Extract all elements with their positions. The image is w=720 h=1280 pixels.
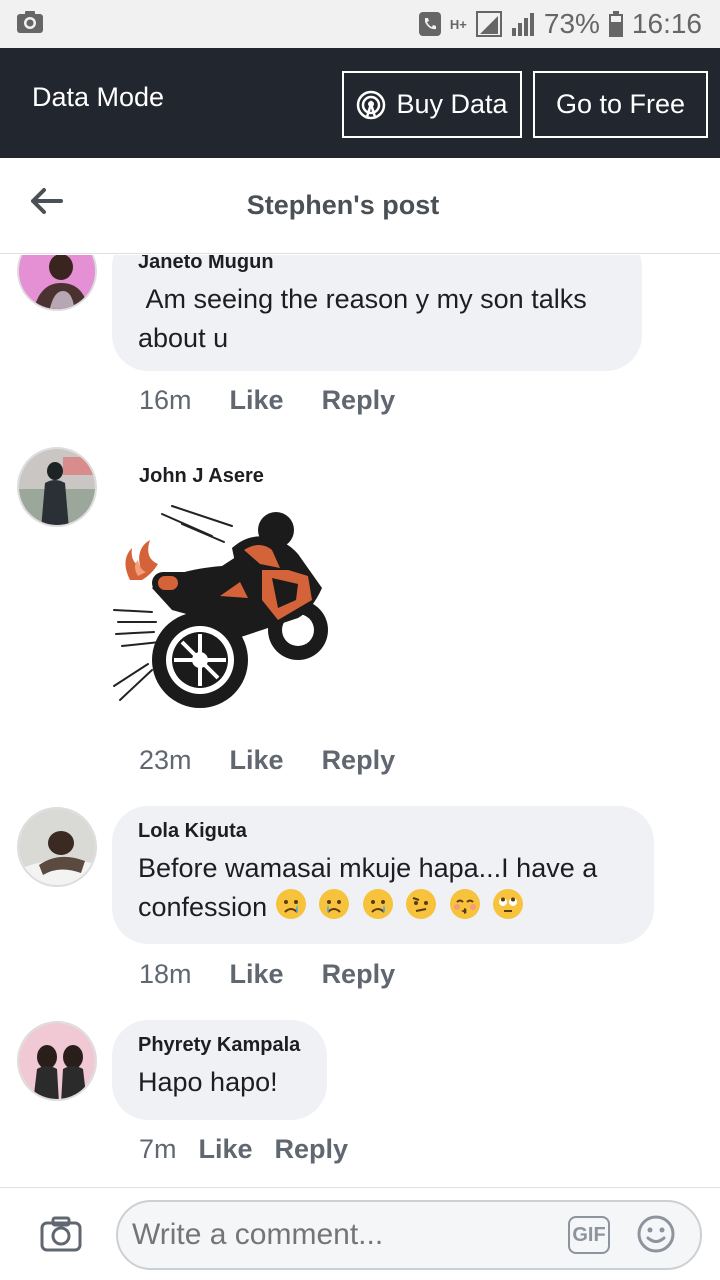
comment-input[interactable] — [132, 1218, 552, 1252]
signal-sim1-icon — [475, 11, 502, 37]
comment-input-box[interactable]: GIF — [116, 1200, 702, 1270]
comment-text: Hapo hapo! — [138, 1067, 278, 1097]
data-mode-label: Data Mode — [32, 82, 165, 112]
eye-roll-face-icon — [493, 889, 524, 919]
crying-face-icon — [275, 889, 306, 919]
crying-face-icon — [362, 889, 393, 919]
comment-actions: 16m Like Reply — [139, 385, 395, 416]
comment-actions: 18m Like Reply — [139, 959, 395, 990]
buy-data-button[interactable]: Buy Data — [342, 71, 522, 138]
page-title: Stephen's post — [246, 190, 440, 220]
comment-bubble[interactable]: Lola Kiguta Before wamasai mkuje hapa...… — [112, 806, 654, 944]
go-to-free-label: Go to Free — [555, 89, 686, 119]
comment-author[interactable]: Lola Kiguta — [138, 820, 628, 843]
camera-icon[interactable] — [40, 1216, 82, 1252]
comment-author[interactable]: Phyrety Kampala — [138, 1034, 301, 1057]
avatar[interactable] — [17, 255, 97, 311]
skeptical-face-icon — [406, 889, 437, 919]
comment-actions: 23m Like Reply — [139, 745, 395, 776]
avatar-photo — [19, 1023, 95, 1099]
post-header: Stephen's post — [0, 158, 720, 254]
motorcycle-sticker[interactable] — [112, 500, 332, 720]
comment-actions: 7m Like Reply — [139, 1134, 348, 1165]
comment-author[interactable]: Janeto Mugun — [138, 255, 616, 274]
comment-author[interactable]: John J Asere — [139, 465, 264, 488]
comment-time: 16m — [139, 385, 192, 415]
avatar[interactable] — [17, 447, 97, 527]
go-to-free-button[interactable]: Go to Free — [533, 71, 708, 138]
battery-percent: 73% — [543, 8, 600, 39]
signal-sim2-icon — [511, 13, 534, 36]
avatar[interactable] — [17, 807, 97, 887]
kissing-face-icon — [449, 889, 480, 919]
reply-button[interactable]: Reply — [275, 1134, 349, 1165]
clock: 16:16 — [631, 8, 702, 39]
screenshot-icon — [17, 11, 43, 33]
battery-icon — [608, 11, 623, 37]
comment-bubble[interactable]: Janeto Mugun Am seeing the reason y my s… — [112, 255, 642, 371]
like-button[interactable]: Like — [199, 1134, 253, 1165]
status-bar: H+ 73% 16:16 — [0, 0, 720, 48]
comment-text: Before wamasai mkuje hapa...I have a con… — [138, 849, 628, 927]
reply-button[interactable]: Reply — [322, 745, 396, 776]
network-type-icon: H+ — [449, 16, 467, 32]
comment-time: 23m — [139, 745, 192, 775]
data-mode-bar: Data Mode Buy Data Go to Free — [0, 48, 720, 158]
avatar-photo — [19, 809, 95, 885]
reply-button[interactable]: Reply — [322, 959, 396, 990]
like-button[interactable]: Like — [230, 959, 284, 990]
comment-bubble[interactable]: Phyrety Kampala Hapo hapo! — [112, 1020, 327, 1120]
broadcast-icon — [357, 90, 386, 119]
crying-face-icon — [319, 889, 350, 919]
comment-text: Am seeing the reason y my son talks abou… — [138, 284, 595, 353]
like-button[interactable]: Like — [230, 385, 284, 416]
like-button[interactable]: Like — [230, 745, 284, 776]
gif-button[interactable]: GIF — [568, 1216, 610, 1254]
comment-time: 18m — [139, 959, 192, 989]
phone-icon — [418, 12, 441, 36]
avatar-photo — [19, 449, 95, 525]
comments-list[interactable]: Janeto Mugun Am seeing the reason y my s… — [0, 255, 720, 1187]
smiley-icon[interactable] — [636, 1214, 676, 1254]
comment-composer: GIF — [0, 1187, 720, 1280]
comment-time: 7m — [139, 1134, 177, 1164]
buy-data-label: Buy Data — [396, 89, 508, 119]
avatar-photo — [19, 255, 95, 309]
reply-button[interactable]: Reply — [322, 385, 396, 416]
avatar[interactable] — [17, 1021, 97, 1101]
